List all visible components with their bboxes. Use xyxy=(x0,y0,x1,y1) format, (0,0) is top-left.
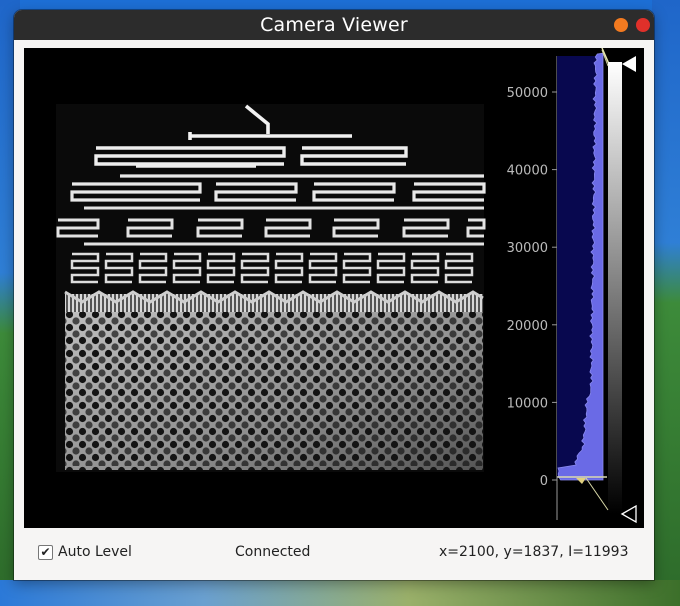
window-title: Camera Viewer xyxy=(260,14,408,36)
lut-mapping-line-low xyxy=(585,477,609,511)
desktop-background-bottom xyxy=(0,580,680,606)
axis-tick-label: 10000 xyxy=(507,396,548,411)
close-button[interactable] xyxy=(636,18,650,32)
histogram-panel[interactable]: 50000 40000 30000 20000 10000 0 xyxy=(507,47,637,524)
axis-tick-label: 30000 xyxy=(507,241,548,256)
white-point-handle-icon[interactable] xyxy=(622,56,636,72)
minimize-button[interactable] xyxy=(614,18,628,32)
axis-tick-label: 20000 xyxy=(507,319,548,334)
histogram-axis: 50000 40000 30000 20000 10000 0 xyxy=(507,86,557,489)
camera-image xyxy=(56,104,486,472)
axis-tick-label: 40000 xyxy=(507,164,548,179)
camera-viewer-window: Camera Viewer 50000 40000 30000 20000 10… xyxy=(14,10,654,580)
auto-level-checkbox[interactable]: ✔ xyxy=(38,545,53,560)
title-bar[interactable]: Camera Viewer xyxy=(14,10,654,40)
image-viewer[interactable]: 50000 40000 30000 20000 10000 0 xyxy=(24,47,644,528)
cursor-readout: x=2100, y=1837, I=11993 xyxy=(439,544,629,560)
status-bar: ✔ Auto Level Connected x=2100, y=1837, I… xyxy=(14,538,654,568)
level-marker-icon[interactable] xyxy=(576,478,586,484)
axis-tick-label: 0 xyxy=(540,474,548,489)
image-viewer-canvas[interactable]: 50000 40000 30000 20000 10000 0 xyxy=(24,47,644,528)
auto-level-label[interactable]: Auto Level xyxy=(58,544,132,560)
lut-gradient-bar[interactable] xyxy=(608,62,622,514)
connection-status: Connected xyxy=(235,544,311,560)
desktop-background-right xyxy=(652,0,680,606)
axis-tick-label: 50000 xyxy=(507,86,548,101)
black-point-handle-icon[interactable] xyxy=(620,504,637,524)
